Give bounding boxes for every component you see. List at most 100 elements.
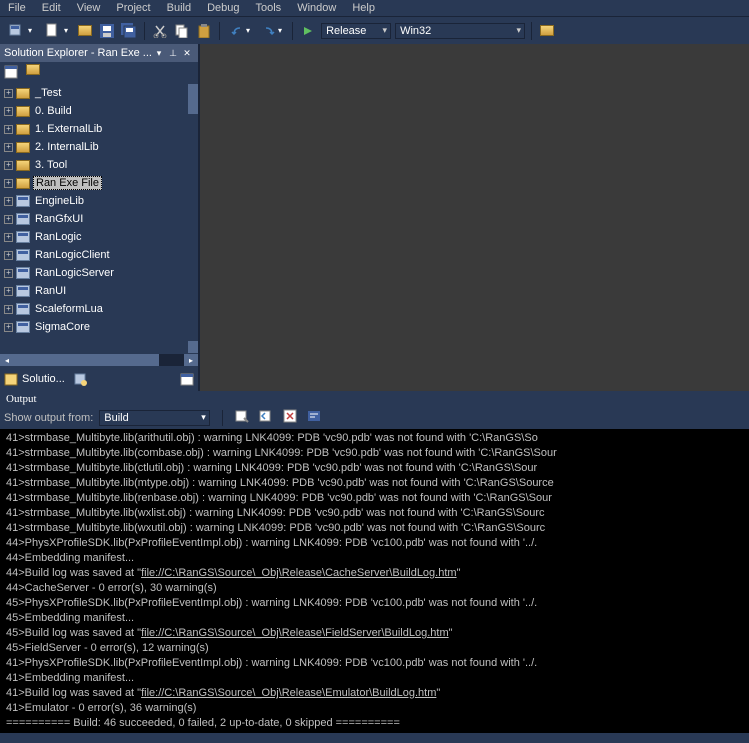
save-icon[interactable] — [98, 22, 116, 40]
menu-project[interactable]: Project — [116, 2, 150, 14]
tree-item-2--internallib[interactable]: +2. InternalLib — [0, 138, 188, 156]
tree-label: RanLogic — [33, 231, 83, 243]
folder-icon — [15, 140, 31, 154]
config-combo[interactable]: Release — [321, 23, 391, 39]
tab-property-manager[interactable] — [180, 372, 194, 386]
menu-window[interactable]: Window — [297, 2, 336, 14]
menu-view[interactable]: View — [77, 2, 101, 14]
tree-label: Ran Exe File — [33, 176, 102, 190]
properties-icon[interactable] — [4, 64, 20, 80]
output-line: 41>Build log was saved at "file://C:\Ran… — [6, 686, 743, 701]
tree-item-rangfxui[interactable]: +RanGfxUI — [0, 210, 188, 228]
output-line: 41>strmbase_Multibyte.lib(wxlist.obj) : … — [6, 506, 743, 521]
project-icon — [15, 212, 31, 226]
tree-item-sigmacore[interactable]: + SigmaCore — [0, 318, 188, 336]
folder-icon — [15, 104, 31, 118]
tree-item--test[interactable]: + _Test — [0, 84, 188, 102]
tree-item-0--build[interactable]: +0. Build — [0, 102, 188, 120]
show-all-icon[interactable] — [26, 64, 42, 80]
expander-icon[interactable]: + — [4, 143, 13, 152]
tree-item-ran-exe-file[interactable]: + Ran Exe File — [0, 174, 188, 192]
output-line: 41>strmbase_Multibyte.lib(wxutil.obj) : … — [6, 521, 743, 536]
tree-item-3--tool[interactable]: +3. Tool — [0, 156, 188, 174]
expander-icon[interactable]: + — [4, 233, 13, 242]
output-line: 41>strmbase_Multibyte.lib(ctlutil.obj) :… — [6, 461, 743, 476]
tab-class-view[interactable] — [73, 372, 87, 386]
menu-help[interactable]: Help — [352, 2, 375, 14]
menu-edit[interactable]: Edit — [42, 2, 61, 14]
menu-file[interactable]: File — [8, 2, 26, 14]
expander-icon[interactable]: + — [4, 89, 13, 98]
menu-tools[interactable]: Tools — [256, 2, 282, 14]
output-panel: Output Show output from: Build 41>strmba… — [0, 391, 749, 733]
expander-icon[interactable]: + — [4, 323, 13, 332]
tab-solution-explorer[interactable]: Solutio... — [4, 372, 65, 386]
undo-dropdown[interactable]: ▾ — [226, 24, 254, 38]
output-source-combo[interactable]: Build — [99, 410, 209, 426]
show-output-label: Show output from: — [4, 412, 93, 424]
output-line: 41>strmbase_Multibyte.lib(combase.obj) :… — [6, 446, 743, 461]
paste-icon[interactable] — [195, 22, 213, 40]
tree-label: RanUI — [33, 285, 68, 297]
tree-item-ranlogicclient[interactable]: +RanLogicClient — [0, 246, 188, 264]
tree-label: SigmaCore — [33, 321, 92, 333]
expander-icon[interactable]: + — [4, 125, 13, 134]
close-icon[interactable]: ✕ — [180, 46, 194, 60]
output-line: 45>PhysXProfileSDK.lib(PxProfileEventImp… — [6, 596, 743, 611]
expander-icon[interactable]: + — [4, 251, 13, 260]
expander-icon[interactable]: + — [4, 107, 13, 116]
word-wrap-icon[interactable] — [307, 409, 325, 427]
copy-icon[interactable] — [173, 22, 191, 40]
platform-combo[interactable]: Win32 — [395, 23, 525, 39]
expander-icon[interactable]: + — [4, 179, 13, 188]
panel-header: Solution Explorer - Ran Exe ... ▾ ⊥ ✕ — [0, 44, 198, 62]
tree-label: ScaleformLua — [33, 303, 105, 315]
dropdown-icon[interactable]: ▾ — [152, 46, 166, 60]
tree-item-1--externallib[interactable]: +1. ExternalLib — [0, 120, 188, 138]
output-line: 41>strmbase_Multibyte.lib(mtype.obj) : w… — [6, 476, 743, 491]
open-icon[interactable] — [76, 22, 94, 40]
editor-area — [198, 44, 749, 391]
tree-scrollbar-h[interactable]: ◂ ▸ — [0, 353, 198, 367]
new-project-dropdown[interactable]: ▾ — [4, 22, 36, 40]
output-text[interactable]: 41>strmbase_Multibyte.lib(arithutil.obj)… — [0, 429, 749, 733]
tree-item-enginelib[interactable]: +EngineLib — [0, 192, 188, 210]
folder-icon — [15, 158, 31, 172]
tree-item-ranui[interactable]: + RanUI — [0, 282, 188, 300]
goto-prev-icon[interactable] — [259, 409, 277, 427]
tree-item-ranlogicserver[interactable]: +RanLogicServer — [0, 264, 188, 282]
expander-icon[interactable]: + — [4, 287, 13, 296]
find-message-icon[interactable] — [235, 409, 253, 427]
expander-icon[interactable]: + — [4, 197, 13, 206]
play-icon[interactable] — [299, 22, 317, 40]
output-line: 44>Embedding manifest... — [6, 551, 743, 566]
tree-item-ranlogic[interactable]: + RanLogic — [0, 228, 188, 246]
output-line: 41>Embedding manifest... — [6, 671, 743, 686]
expander-icon[interactable]: + — [4, 161, 13, 170]
tree-scrollbar-v[interactable] — [188, 84, 198, 353]
find-icon[interactable] — [538, 22, 556, 40]
pin-icon[interactable]: ⊥ — [166, 46, 180, 60]
save-all-icon[interactable] — [120, 22, 138, 40]
tree-item-scaleformlua[interactable]: + ScaleformLua — [0, 300, 188, 318]
solution-explorer-panel: Solution Explorer - Ran Exe ... ▾ ⊥ ✕ + _… — [0, 44, 198, 391]
build-log-link[interactable]: file://C:\RanGS\Source\_Obj\Release\Cach… — [141, 567, 457, 579]
expander-icon[interactable]: + — [4, 269, 13, 278]
expander-icon[interactable]: + — [4, 215, 13, 224]
project-icon — [15, 284, 31, 298]
new-file-dropdown[interactable]: ▾ — [40, 22, 72, 40]
menu-debug[interactable]: Debug — [207, 2, 239, 14]
output-line: 41>strmbase_Multibyte.lib(arithutil.obj)… — [6, 431, 743, 446]
cut-icon[interactable] — [151, 22, 169, 40]
build-log-link[interactable]: file://C:\RanGS\Source\_Obj\Release\Fiel… — [141, 627, 449, 639]
folder-icon — [15, 122, 31, 136]
redo-dropdown[interactable]: ▾ — [258, 24, 286, 38]
project-icon — [15, 248, 31, 262]
tree-label: _Test — [33, 87, 63, 99]
menu-build[interactable]: Build — [167, 2, 191, 14]
expander-icon[interactable]: + — [4, 305, 13, 314]
project-icon — [15, 230, 31, 244]
project-icon — [15, 320, 31, 334]
clear-icon[interactable] — [283, 409, 301, 427]
build-log-link[interactable]: file://C:\RanGS\Source\_Obj\Release\Emul… — [141, 687, 436, 699]
